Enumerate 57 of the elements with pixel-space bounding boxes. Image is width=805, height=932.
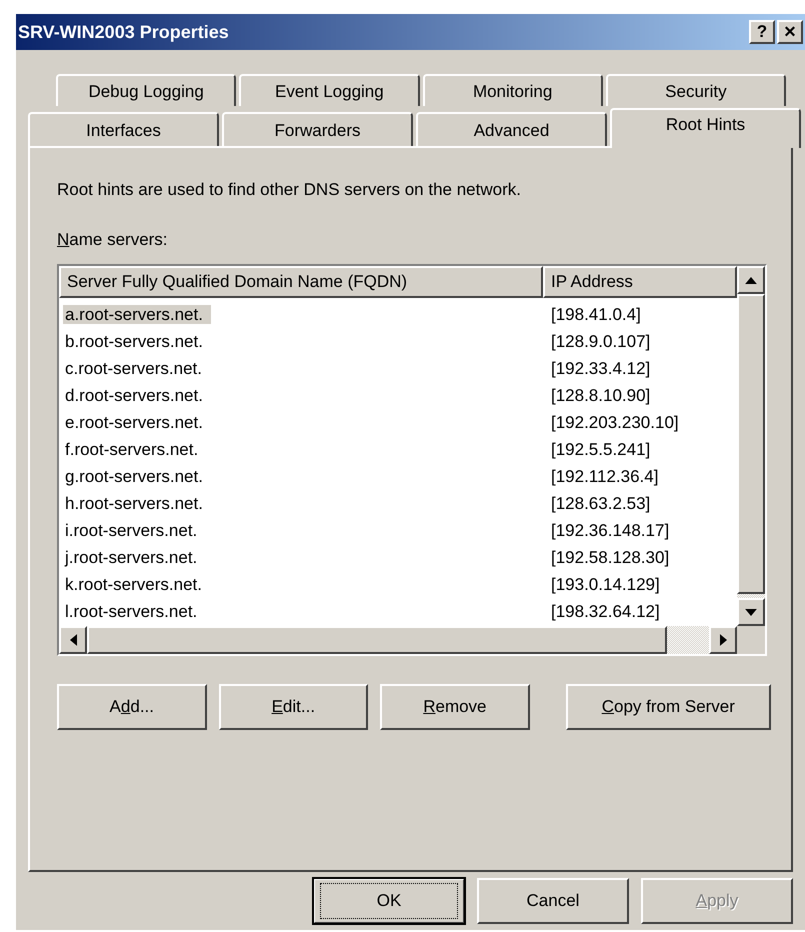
table-cell: [192.203.230.10]	[551, 413, 679, 432]
description-text: Root hints are used to find other DNS servers on the network.	[57, 180, 522, 200]
button[interactable]: Add...	[57, 684, 207, 730]
table-cell: [128.8.10.90]	[551, 386, 650, 405]
column-header[interactable]: IP Address	[543, 266, 737, 298]
tab[interactable]: Monitoring	[422, 74, 603, 106]
window-title: SRV-WIN2003 Properties	[18, 22, 229, 42]
scroll-left-button[interactable]	[59, 626, 87, 654]
table-cell: [192.112.36.4]	[551, 467, 658, 486]
table-cell[interactable]: i.root-servers.net.	[63, 521, 206, 540]
table-cell[interactable]: c.root-servers.net.	[63, 359, 210, 378]
table-cell: [192.36.148.17]	[551, 521, 670, 540]
list-label: Name servers:	[57, 230, 169, 250]
table-cell: [192.5.5.241]	[551, 440, 650, 459]
table-cell[interactable]: h.root-servers.net.	[63, 494, 211, 513]
table-cell[interactable]: g.root-servers.net.	[63, 467, 211, 486]
table-cell[interactable]: f.root-servers.net.	[63, 440, 206, 459]
table-cell[interactable]: b.root-servers.net.	[63, 332, 211, 351]
tab[interactable]: Interfaces	[28, 112, 219, 146]
table-cell[interactable]: l.root-servers.net.	[63, 602, 206, 621]
left-arrow-icon	[70, 634, 76, 646]
help-button[interactable]: ?	[749, 20, 775, 44]
table-cell: [193.0.14.129]	[551, 575, 660, 594]
button[interactable]: Remove	[380, 684, 530, 730]
button[interactable]: Edit...	[218, 684, 368, 730]
close-button[interactable]: ×	[777, 20, 803, 44]
scroll-thumb[interactable]	[737, 294, 765, 594]
scroll-track[interactable]	[737, 594, 765, 598]
table-cell[interactable]: k.root-servers.net.	[63, 575, 210, 594]
column-header[interactable]: Server Fully Qualified Domain Name (FQDN)	[59, 266, 543, 298]
table-cell: [192.58.128.30]	[551, 548, 670, 567]
tab[interactable]: Forwarders	[222, 112, 413, 146]
table-cell[interactable]: j.root-servers.net.	[63, 548, 206, 567]
table-cell[interactable]: a.root-servers.net.	[63, 305, 211, 324]
button[interactable]: Copy from Server	[566, 684, 772, 730]
table-cell: [198.32.64.12]	[551, 602, 660, 621]
table-cell[interactable]: d.root-servers.net.	[63, 386, 211, 405]
server-list[interactable]	[57, 264, 767, 656]
scroll-up-button[interactable]	[737, 266, 765, 294]
table-cell: [192.33.4.12]	[551, 359, 650, 378]
tab[interactable]: Root Hints	[610, 108, 801, 148]
button[interactable]: OK	[313, 878, 465, 924]
tab[interactable]: Advanced	[416, 112, 607, 146]
scroll-right-button[interactable]	[709, 626, 737, 654]
right-arrow-icon	[720, 634, 726, 646]
down-arrow-icon	[745, 608, 757, 616]
table-cell: [128.9.0.107]	[551, 332, 650, 351]
tab[interactable]: Debug Logging	[56, 74, 236, 106]
table-cell: [198.41.0.4]	[551, 305, 641, 324]
table-cell: [128.63.2.53]	[551, 494, 650, 513]
scroll-down-button[interactable]	[737, 598, 765, 626]
vertical-scrollbar[interactable]	[737, 266, 765, 626]
button[interactable]: Cancel	[477, 878, 629, 924]
up-arrow-icon	[745, 276, 757, 284]
tab[interactable]: Security	[606, 74, 786, 106]
table-cell[interactable]: e.root-servers.net.	[63, 413, 211, 432]
tab[interactable]: Event Logging	[239, 74, 420, 106]
